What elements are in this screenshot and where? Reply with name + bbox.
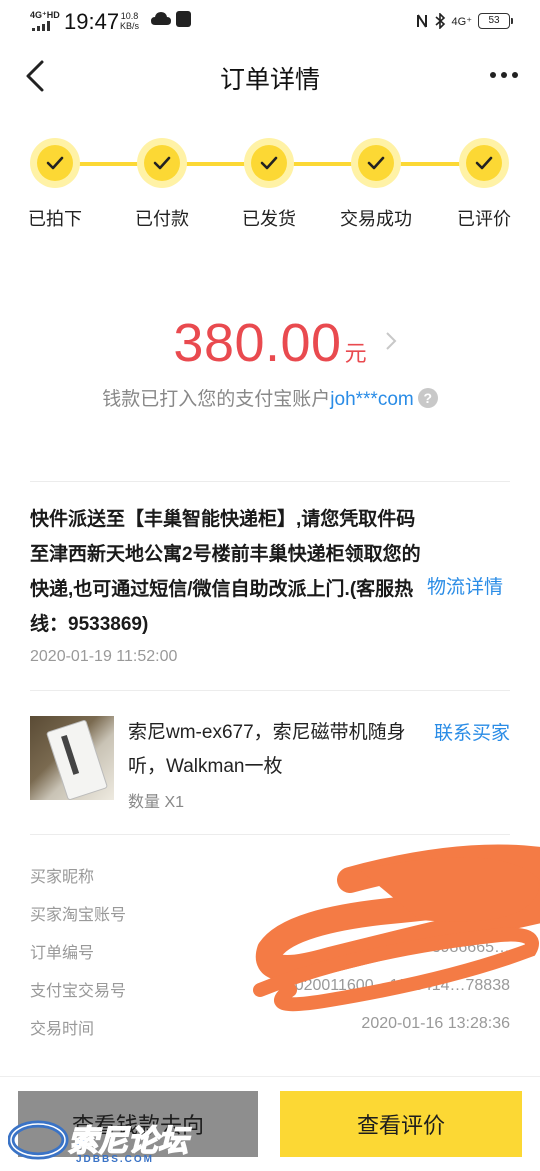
product-quantity: 数量 X1 [128,794,185,811]
signal-icon [32,21,54,31]
progress-step: 已付款 [112,138,212,231]
logistics-time: 2020-01-19 11:52:00 [30,648,178,665]
checkmark-icon [37,145,73,181]
alipay-account-link[interactable]: joh***com [330,389,413,410]
checkmark-icon [466,145,502,181]
step-label: 已评价 [457,209,511,229]
battery-icon: 53 [478,13,513,29]
product-thumbnail[interactable] [30,716,114,800]
divider [30,834,510,835]
step-label: 已拍下 [28,209,82,229]
product-title: 索尼wm-ex677，索尼磁带机随身听，Walkman一枚 [128,722,406,777]
info-value: 2020011600…1118414…78838 [285,977,510,994]
checkmark-icon [144,145,180,181]
progress-step: 已拍下 [5,138,105,231]
info-label: 订单编号 [30,945,95,962]
amount-row[interactable]: 380.00 元 [0,312,540,374]
contact-buyer-link[interactable]: 联系买家 [434,718,510,745]
step-label: 交易成功 [340,209,412,229]
account-text: 钱款已打入您的支付宝账户 [102,389,331,410]
info-label: 交易时间 [30,1021,95,1038]
info-row: 支付宝交易号 2020011600…1118414…78838 [30,972,510,1010]
status-bar: 4G⁺HD 19:47 10.8 KB/s 4G⁺ 53 [0,0,540,42]
info-row: 买家昵称 [30,858,510,896]
info-row: 订单编号 …2073986665… [30,934,510,972]
account-row: 钱款已打入您的支付宝账户joh***com? [0,384,540,411]
logistics-message: 快件派送至【丰巢智能快递柜】,请您凭取件码至津西新天地公寓2号楼前丰巢快递柜领取… [30,509,421,635]
cloud-icon [151,12,171,25]
speed-value: 10.8 [120,11,139,21]
view-review-button[interactable]: 查看评价 [280,1091,522,1157]
checkmark-icon [251,145,287,181]
speed-unit: KB/s [120,21,140,31]
network-speed: 10.8 KB/s [120,11,139,31]
checkmark-icon [358,145,394,181]
divider [30,690,510,691]
cellular-label: 4G⁺ [451,15,472,28]
product-card[interactable]: 索尼wm-ex677，索尼磁带机随身听，Walkman一枚 数量 X1 联系买家 [30,716,510,816]
info-label: 买家昵称 [30,869,95,886]
step-label: 已发货 [242,209,296,229]
step-dot [459,138,509,188]
info-row: 交易时间 2020-01-16 13:28:36 [30,1010,510,1048]
network-type: 4G⁺HD [30,10,60,20]
step-dot [244,138,294,188]
page-title: 订单详情 [219,66,320,94]
chevron-right-icon[interactable] [384,330,398,352]
help-icon[interactable]: ? [417,388,438,408]
info-row: 买家淘宝账号 [30,896,510,934]
status-right: 4G⁺ 53 [416,10,513,32]
order-info: 买家昵称买家淘宝账号 订单编号 …2073986665… 支付宝交易号 20200116… [30,858,510,1048]
logistics-section[interactable]: 快件派送至【丰巢智能快递柜】,请您凭取件码至津西新天地公寓2号楼前丰巢快递柜领取… [30,502,510,666]
bottom-action-bar: 查看钱款去向 查看评价 [0,1076,540,1171]
amount-unit: 元 [344,341,367,366]
status-time: 19:47 [64,9,120,34]
step-label: 已付款 [135,209,189,229]
step-dot [30,138,80,188]
progress-step: 交易成功 [326,138,426,231]
info-value: …2073986665… [389,939,510,956]
info-label: 支付宝交易号 [30,983,127,1000]
info-label: 买家淘宝账号 [30,907,127,924]
info-value: 2020-01-16 13:28:36 [361,1015,510,1032]
logistics-detail-link[interactable]: 物流详情 [427,572,503,599]
divider [30,481,510,482]
order-amount: 380.00 [173,313,342,373]
money-flow-button[interactable]: 查看钱款去向 [18,1091,258,1157]
step-dot [351,138,401,188]
message-icon [176,11,191,27]
progress-step: 已评价 [434,138,534,231]
bluetooth-icon [434,13,445,29]
more-options-icon[interactable] [484,60,524,90]
nfc-icon [416,14,427,28]
header: 订单详情 [0,42,540,110]
order-progress: 已拍下 已付款 已发货 交易成功 已评价 [0,138,540,238]
progress-step: 已发货 [219,138,319,231]
step-dot [137,138,187,188]
